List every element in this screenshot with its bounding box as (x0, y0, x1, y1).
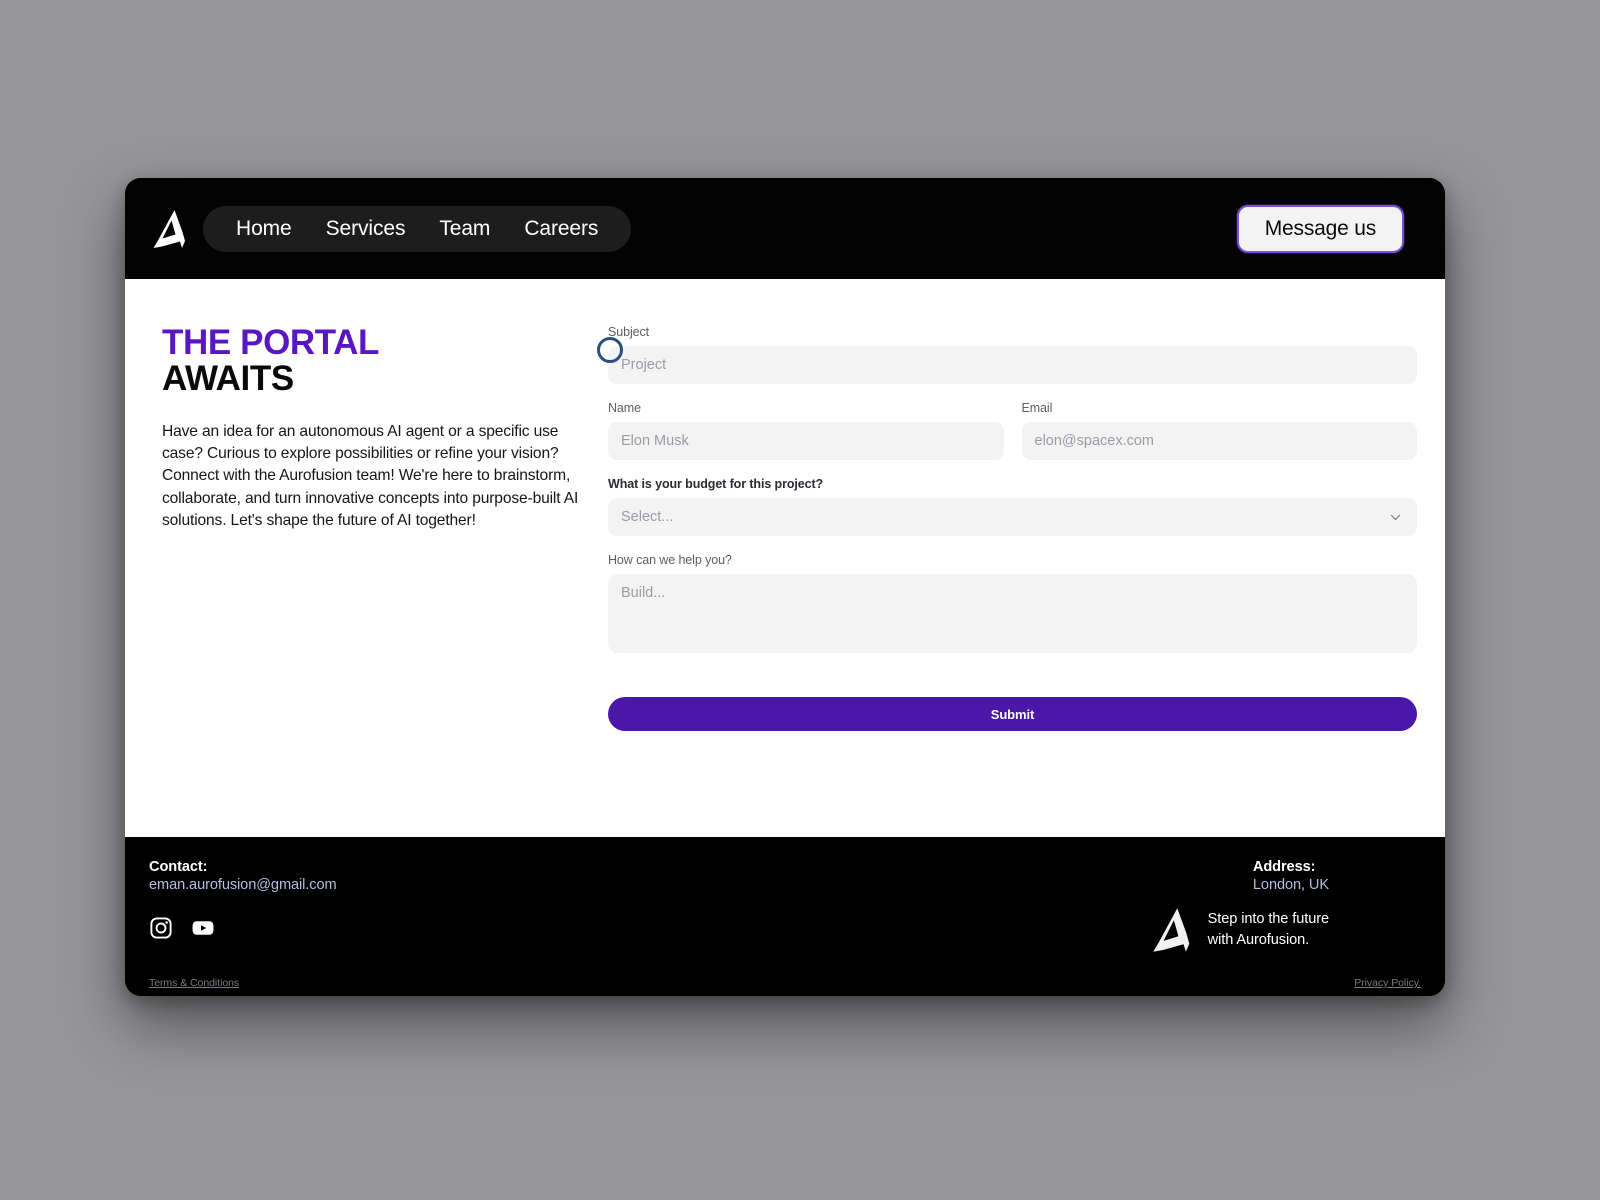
footer-brand-logo-icon (1152, 908, 1189, 952)
hero-intro-column: THE PORTAL AWAITS Have an idea for an au… (144, 323, 623, 837)
label-subject: Subject (608, 325, 649, 339)
footer-address-block: Address: London, UK (1253, 859, 1421, 893)
ring-indicator-icon (597, 337, 623, 363)
message-textarea[interactable] (608, 574, 1417, 653)
instagram-icon[interactable] (149, 916, 173, 940)
privacy-policy-link[interactable]: Privacy Policy. (1354, 977, 1421, 989)
nav-link-careers[interactable]: Careers (507, 218, 615, 239)
page-title: THE PORTAL AWAITS (162, 323, 596, 399)
field-message: How can we help you? (608, 553, 1417, 658)
nav-links-pill: Home Services Team Careers (203, 205, 632, 252)
field-email: Email (1021, 401, 1417, 460)
site-footer: Contact: eman.aurofusion@gmail.com Addre… (125, 837, 1445, 996)
footer-address-heading: Address: (1252, 859, 1316, 875)
email-input[interactable] (1021, 422, 1417, 460)
field-row-name-email: Name Email (608, 401, 1417, 460)
field-budget: What is your budget for this project? Se… (608, 477, 1417, 536)
field-name: Name (608, 401, 1004, 460)
label-message: How can we help you? (608, 553, 732, 567)
terms-and-conditions-link[interactable]: Terms & Conditions (149, 977, 239, 989)
nav-link-home[interactable]: Home (219, 218, 309, 239)
footer-address-value[interactable]: London, UK (1253, 877, 1329, 893)
hero-paragraph: Have an idea for an autonomous AI agent … (162, 423, 579, 529)
message-us-button[interactable]: Message us (1236, 204, 1404, 253)
field-subject: Subject (608, 325, 1417, 384)
page-title-line-2: AWAITS (162, 359, 294, 399)
submit-button[interactable]: Submit (608, 697, 1417, 731)
nav-link-services[interactable]: Services (309, 218, 423, 239)
footer-contact-email[interactable]: eman.aurofusion@gmail.com (149, 877, 337, 893)
footer-tagline-line-2: with Aurofusion. (1207, 932, 1310, 948)
brand-logo-icon[interactable] (149, 208, 189, 250)
footer-tagline: Step into the future with Aurofusion. (1208, 909, 1329, 950)
name-input[interactable] (608, 422, 1004, 460)
page-title-line-1: THE PORTAL (162, 323, 380, 362)
app-window: Home Services Team Careers Message us TH… (125, 178, 1445, 996)
label-budget: What is your budget for this project? (608, 477, 824, 491)
budget-select[interactable]: Select... (608, 498, 1417, 536)
footer-top-row: Contact: eman.aurofusion@gmail.com Addre… (149, 859, 1421, 893)
youtube-icon[interactable] (191, 916, 215, 940)
footer-contact-heading: Contact: (149, 859, 208, 875)
footer-legal-row: Terms & Conditions Privacy Policy. (149, 977, 1421, 989)
footer-tagline-group: Step into the future with Aurofusion. (1148, 906, 1329, 954)
nav-link-team[interactable]: Team (422, 218, 507, 239)
budget-select-wrapper: Select... (608, 498, 1417, 536)
footer-tagline-line-1: Step into the future (1207, 911, 1329, 928)
contact-form: Subject Name Email What is your budget f… (596, 325, 1423, 837)
top-navigation-bar: Home Services Team Careers Message us (125, 178, 1445, 279)
label-email: Email (1021, 401, 1053, 415)
label-name: Name (608, 401, 641, 415)
footer-contact-block: Contact: eman.aurofusion@gmail.com (149, 859, 337, 893)
subject-input[interactable] (608, 346, 1417, 384)
main-content-area: THE PORTAL AWAITS Have an idea for an au… (125, 279, 1445, 837)
